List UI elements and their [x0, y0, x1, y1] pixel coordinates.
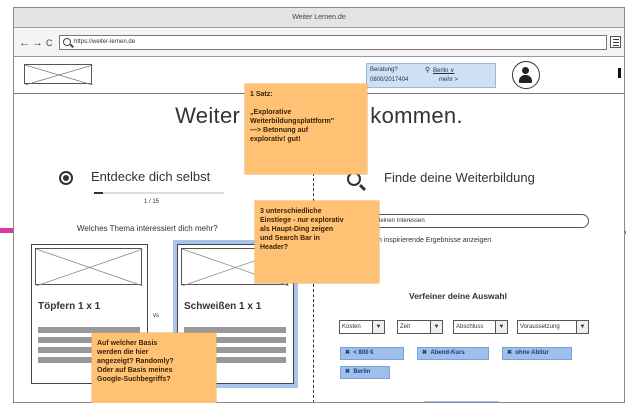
chevron-down-icon: ▼: [372, 321, 384, 333]
search-icon: [63, 38, 71, 46]
sticky-note: 3 unterschiedliche Einstiege - nur explo…: [255, 201, 379, 283]
window-title: Weiter Lernen.de: [14, 8, 624, 28]
logo-placeholder[interactable]: [24, 64, 93, 85]
discover-question: Welches Thema interessiert dich mehr?: [77, 224, 218, 233]
hero-headline-right: r kommen.: [356, 103, 463, 128]
close-icon[interactable]: ✖: [345, 369, 350, 375]
filter-time[interactable]: Zeit ▼: [397, 320, 443, 334]
chevron-down-icon: ▼: [430, 321, 442, 333]
more-link[interactable]: mehr >: [439, 77, 458, 83]
sticky-note: 1 Satz: „Explorative Weiterbildungsplatt…: [245, 84, 367, 174]
image-placeholder: [35, 248, 144, 287]
target-icon: [59, 171, 73, 185]
location-select[interactable]: Berlin ∨: [433, 67, 454, 74]
interest-search-input[interactable]: ch deinen Interessen: [344, 214, 589, 228]
chip-label: Abend-Kurs: [430, 350, 465, 356]
chevron-down-icon: ▼: [576, 321, 588, 333]
filter-chip[interactable]: ✖ Abend-Kurs: [417, 347, 489, 360]
search-icon: [347, 172, 361, 186]
filter-degree[interactable]: Abschluss ▼: [453, 320, 508, 334]
card-title: Schweißen 1 x 1: [184, 301, 262, 312]
filter-chip[interactable]: ✖ < 800 €: [340, 347, 404, 360]
progress-bar: [94, 192, 224, 194]
close-icon[interactable]: ✖: [422, 350, 427, 356]
menu-icon[interactable]: [610, 36, 621, 48]
chip-label: ohne Abitur: [515, 350, 549, 356]
filter-label: Voraussetzung: [520, 324, 560, 330]
filter-chip[interactable]: ✖ Berlin: [340, 366, 390, 379]
url-input[interactable]: https://weiter-lernen.de: [59, 35, 607, 50]
address-bar: ← → C https://weiter-lernen.de: [14, 29, 624, 57]
progress-fill: [94, 192, 104, 194]
user-avatar-icon[interactable]: [512, 61, 540, 89]
chip-label: < 800 €: [353, 350, 374, 356]
chip-label: Berlin: [353, 369, 371, 375]
filter-label: Abschluss: [456, 324, 484, 330]
inspire-toggle-label[interactable]: ätzlich inspirierende Ergebnisse anzeige…: [362, 237, 491, 244]
forward-icon[interactable]: →: [32, 36, 43, 50]
scroll-indicator: [618, 68, 621, 78]
location-pin-icon: ⚲: [425, 67, 431, 74]
filter-chip[interactable]: ✖ ohne Abitur: [502, 347, 572, 360]
url-text: https://weiter-lernen.de: [74, 39, 136, 45]
contact-box[interactable]: Beratung? 0800/2017404 ⚲ Berlin ∨ mehr >: [366, 63, 496, 88]
card-title: Töpfern 1 x 1: [38, 301, 101, 312]
contact-phone: 0800/2017404: [370, 77, 409, 83]
close-icon[interactable]: ✖: [507, 350, 512, 356]
reload-icon[interactable]: C: [46, 36, 53, 50]
filter-requirements[interactable]: Voraussetzung ▼: [517, 320, 589, 334]
progress-text: 1 / 15: [144, 199, 160, 205]
chevron-down-icon: ▼: [495, 321, 507, 333]
filter-label: Zeit: [400, 324, 411, 330]
refine-title: Verfeiner deine Auswahl: [409, 291, 507, 301]
find-title: Finde deine Weiterbildung: [384, 170, 535, 185]
filter-label: Kosten: [342, 324, 361, 330]
sticky-note: Auf welcher Basis werden die hier angeze…: [92, 333, 216, 403]
filter-costs[interactable]: Kosten ▼: [339, 320, 385, 334]
discover-title: Entdecke dich selbst: [91, 169, 211, 184]
close-icon[interactable]: ✖: [345, 350, 350, 356]
back-icon[interactable]: ←: [19, 36, 30, 50]
contact-label: Beratung?: [370, 67, 398, 73]
vs-label: vs: [153, 313, 159, 319]
